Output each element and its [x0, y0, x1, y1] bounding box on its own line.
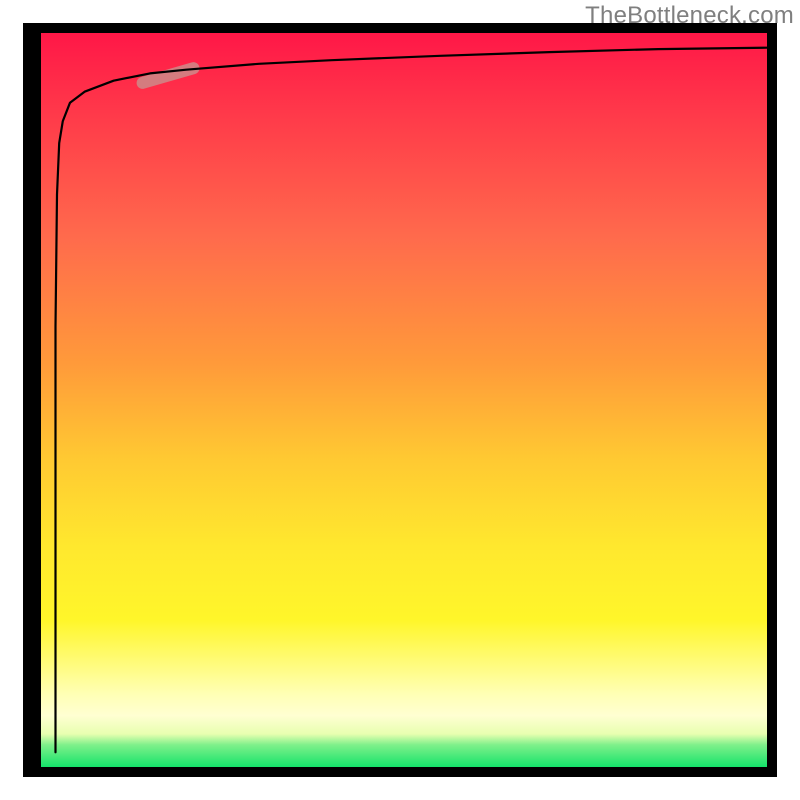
- plot-frame: [23, 23, 777, 777]
- curve-layer: [41, 33, 767, 767]
- plot-area: [41, 33, 767, 767]
- chart-container: TheBottleneck.com: [0, 0, 800, 800]
- curve-main-path: [56, 48, 768, 753]
- watermark-text: TheBottleneck.com: [585, 2, 794, 30]
